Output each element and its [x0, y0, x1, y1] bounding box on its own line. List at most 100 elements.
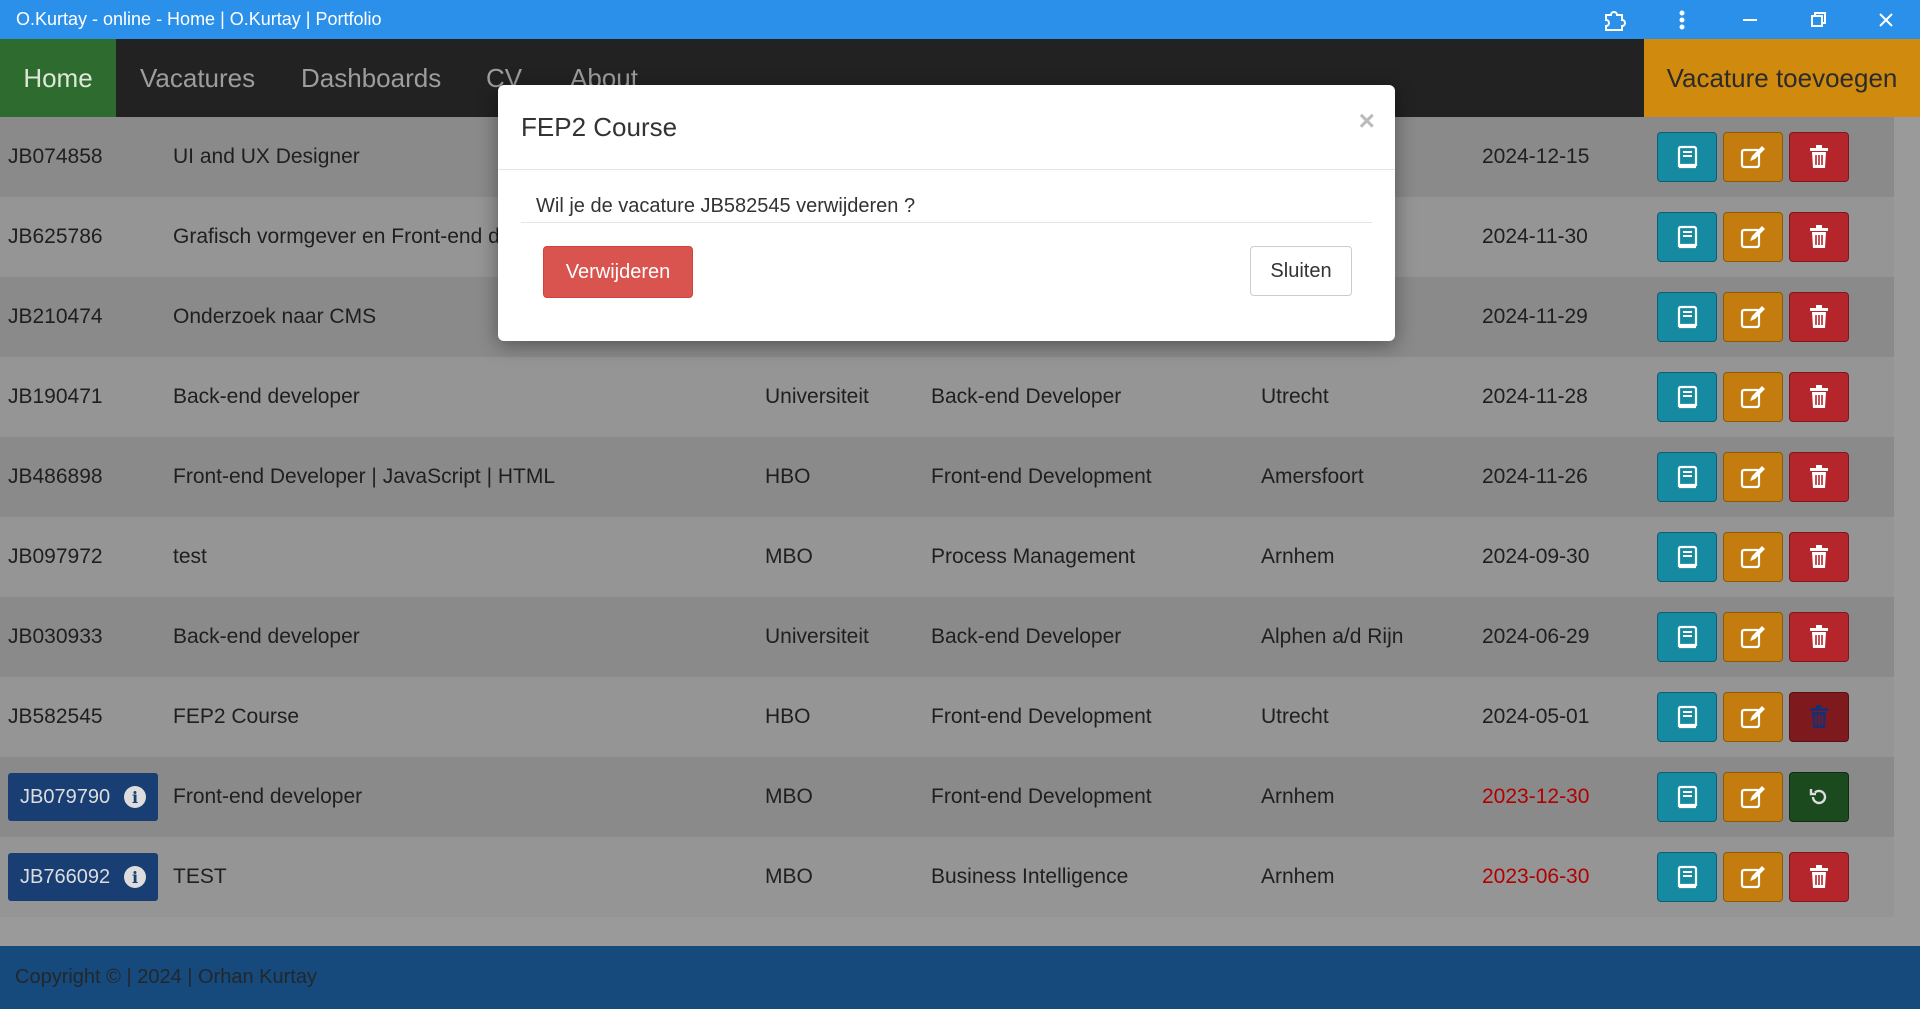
vacancy-date: 2024-05-01 — [1482, 705, 1590, 728]
modal-close-icon[interactable]: × — [1359, 105, 1375, 137]
modal-message: Wil je de vacature JB582545 verwijderen … — [536, 195, 916, 217]
edit-icon — [1740, 546, 1765, 569]
delete-button[interactable] — [1789, 292, 1849, 342]
edit-icon — [1740, 226, 1765, 249]
vacancy-level: MBO — [765, 865, 813, 888]
trash-icon — [1810, 865, 1828, 888]
vacancy-code: JB766092 — [20, 865, 111, 888]
nav-home[interactable]: Home — [0, 39, 116, 117]
delete-button[interactable] — [1789, 692, 1849, 742]
delete-button[interactable] — [1789, 852, 1849, 902]
close-modal-button[interactable]: Sluiten — [1250, 246, 1352, 296]
edit-button[interactable] — [1723, 612, 1783, 662]
edit-button[interactable] — [1723, 292, 1783, 342]
vacancy-code: JB486898 — [8, 465, 103, 488]
edit-button[interactable] — [1723, 132, 1783, 182]
vacancy-category: Front-end Development — [931, 705, 1152, 728]
edit-button[interactable] — [1723, 772, 1783, 822]
vacancy-code-badge[interactable]: JB766092 i — [8, 853, 159, 901]
minimize-icon[interactable] — [1716, 0, 1784, 39]
vacancy-title: FEP2 Course — [173, 705, 300, 728]
book-icon — [1677, 385, 1698, 409]
view-button[interactable] — [1657, 132, 1717, 182]
vacancy-date: 2024-12-15 — [1482, 145, 1590, 168]
delete-button[interactable] — [1789, 212, 1849, 262]
restore-button[interactable] — [1789, 772, 1849, 822]
edit-button[interactable] — [1723, 452, 1783, 502]
vacancy-date: 2024-06-29 — [1482, 625, 1590, 648]
book-icon — [1677, 865, 1698, 889]
view-button[interactable] — [1657, 852, 1717, 902]
view-button[interactable] — [1657, 692, 1717, 742]
vacancy-title: Front-end Developer | JavaScript | HTML — [173, 465, 556, 488]
add-vacancy-button[interactable]: Vacature toevoegen — [1644, 39, 1920, 117]
table-row: JB486898 Front-end Developer | JavaScrip… — [0, 437, 1894, 517]
nav-vacatures[interactable]: Vacatures — [140, 39, 255, 117]
edit-icon — [1740, 146, 1765, 169]
window-controls — [1580, 0, 1920, 39]
view-button[interactable] — [1657, 452, 1717, 502]
modal-header: FEP2 Course × — [498, 85, 1395, 170]
vacancy-date: 2024-09-30 — [1482, 545, 1590, 568]
vacancy-level: MBO — [765, 545, 813, 568]
vacancy-title: Back-end developer — [173, 625, 360, 648]
row-actions — [1657, 597, 1849, 677]
vacancy-code-badge[interactable]: JB079790 i — [8, 773, 159, 821]
nav-dashboards[interactable]: Dashboards — [301, 39, 441, 117]
edit-icon — [1740, 786, 1765, 809]
delete-button[interactable] — [1789, 612, 1849, 662]
trash-icon — [1810, 705, 1828, 728]
delete-button[interactable] — [1789, 452, 1849, 502]
vacancy-city: Utrecht — [1261, 385, 1329, 408]
book-icon — [1677, 545, 1698, 569]
vacancy-date: 2023-06-30 — [1482, 865, 1590, 888]
trash-icon — [1810, 225, 1828, 248]
vacancy-title: Grafisch vormgever en Front-end d — [173, 225, 500, 248]
delete-button[interactable] — [1789, 372, 1849, 422]
vacancy-title: TEST — [173, 865, 227, 888]
confirm-delete-button[interactable]: Verwijderen — [543, 246, 693, 298]
edit-icon — [1740, 626, 1765, 649]
view-button[interactable] — [1657, 612, 1717, 662]
edit-button[interactable] — [1723, 532, 1783, 582]
delete-button[interactable] — [1789, 532, 1849, 582]
vacancy-level: HBO — [765, 465, 811, 488]
vacancy-level: Universiteit — [765, 625, 869, 648]
table-row: JB190471 Back-end developer Universiteit… — [0, 357, 1894, 437]
view-button[interactable] — [1657, 532, 1717, 582]
trash-icon — [1810, 625, 1828, 648]
edit-button[interactable] — [1723, 372, 1783, 422]
restore-window-icon[interactable] — [1784, 0, 1852, 39]
vacancy-code: JB625786 — [8, 225, 103, 248]
table-row: JB030933 Back-end developer Universiteit… — [0, 597, 1894, 677]
edit-button[interactable] — [1723, 852, 1783, 902]
vacancy-title: test — [173, 545, 207, 568]
table-row: JB079790 i Front-end developer MBO Front… — [0, 757, 1894, 837]
vacancy-code: JB074858 — [8, 145, 103, 168]
extensions-icon[interactable] — [1580, 0, 1648, 39]
vacancy-city: Arnhem — [1261, 865, 1335, 888]
window-title: O.Kurtay - online - Home | O.Kurtay | Po… — [16, 9, 382, 29]
edit-button[interactable] — [1723, 212, 1783, 262]
view-button[interactable] — [1657, 292, 1717, 342]
vacancy-title: Back-end developer — [173, 385, 360, 408]
trash-icon — [1810, 385, 1828, 408]
view-button[interactable] — [1657, 212, 1717, 262]
vacancy-date: 2024-11-29 — [1482, 305, 1588, 328]
more-options-icon[interactable] — [1648, 0, 1716, 39]
edit-icon — [1740, 706, 1765, 729]
vacancy-code-cell: JB079790 i — [8, 757, 159, 837]
delete-button[interactable] — [1789, 132, 1849, 182]
row-actions — [1657, 277, 1849, 357]
vacancy-title: Onderzoek naar CMS — [173, 305, 377, 328]
vacancy-date: 2024-11-28 — [1482, 385, 1588, 408]
edit-button[interactable] — [1723, 692, 1783, 742]
close-window-icon[interactable] — [1852, 0, 1920, 39]
view-button[interactable] — [1657, 772, 1717, 822]
vacancy-code: JB097972 — [8, 545, 103, 568]
vacancy-level: Universiteit — [765, 385, 869, 408]
view-button[interactable] — [1657, 372, 1717, 422]
vacancy-code-cell: JB766092 i — [8, 837, 159, 917]
page-footer: Copyright © | 2024 | Orhan Kurtay — [0, 946, 1920, 1009]
vacancy-code: JB190471 — [8, 385, 103, 408]
